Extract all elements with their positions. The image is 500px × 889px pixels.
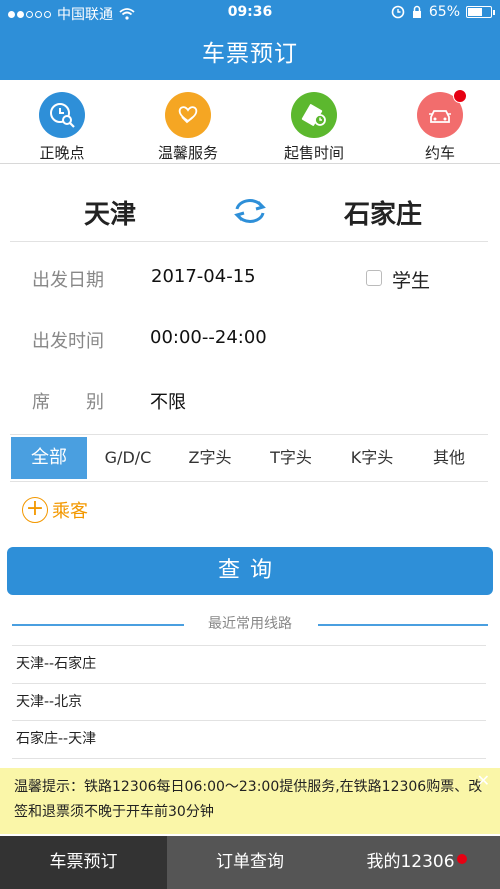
battery-icon	[466, 6, 495, 18]
battery-level	[468, 8, 482, 16]
quick-link-label: 起售时间	[283, 144, 344, 162]
tab-gdc[interactable]: G/D/C	[90, 435, 166, 481]
tab-t[interactable]: T字头	[252, 435, 330, 481]
list-item[interactable]: 天津--北京	[12, 682, 486, 721]
status-bar: 中国联通 09:36 65%	[0, 0, 500, 26]
tip-text: 温馨提示：铁路12306每日06:00～23:00提供服务,在铁路12306购票…	[14, 779, 483, 820]
quick-link-presale[interactable]: 起售时间	[254, 92, 374, 163]
from-station[interactable]: 天津	[84, 194, 136, 231]
tab-ticket-booking[interactable]: 车票预订	[0, 836, 167, 889]
swap-icon[interactable]	[232, 196, 268, 230]
handshake-heart-icon	[165, 92, 211, 138]
status-right: 65%	[391, 4, 495, 20]
passenger-label: 乘客	[52, 501, 88, 522]
date-row[interactable]: 出发日期	[32, 266, 104, 292]
quick-link-label: 正晚点	[39, 144, 85, 162]
station-selector: 天津 石家庄	[10, 172, 488, 242]
page-title: 车票预订	[202, 41, 298, 67]
tab-label: 我的12306	[366, 852, 455, 872]
quick-link-label: 温馨服务	[157, 144, 218, 162]
student-label[interactable]: 学生	[392, 266, 430, 293]
notification-badge	[453, 89, 467, 103]
close-icon[interactable]: ✕	[477, 768, 490, 793]
bottom-tab-bar: 车票预订 订单查询 我的12306	[0, 836, 500, 889]
battery-percent: 65%	[428, 4, 460, 20]
plus-circle-icon: +	[22, 497, 48, 523]
student-checkbox[interactable]	[366, 270, 382, 286]
rotation-lock-icon	[412, 5, 421, 18]
quick-links: 正晚点 温馨服务 起售时间 约车	[0, 80, 500, 164]
top-bar: 中国联通 09:36 65% 车票预订	[0, 0, 500, 80]
time-row[interactable]: 出发时间	[32, 327, 104, 353]
seat-row[interactable]: 席 别	[32, 388, 104, 414]
alarm-lock-icon	[391, 5, 405, 19]
tab-order-query[interactable]: 订单查询	[167, 836, 333, 889]
list-item[interactable]: 天津--石家庄	[12, 645, 486, 683]
tab-z[interactable]: Z字头	[170, 435, 250, 481]
time-label: 出发时间	[32, 331, 104, 352]
clock-search-icon	[39, 92, 85, 138]
ticket-clock-icon	[291, 92, 337, 138]
seat-label: 席 别	[32, 392, 104, 413]
quick-link-label: 约车	[424, 144, 455, 162]
recent-routes-title: 最近常用线路	[208, 616, 292, 632]
train-type-tabs: 全部 G/D/C Z字头 T字头 K字头 其他	[10, 434, 488, 482]
quick-link-delay[interactable]: 正晚点	[2, 92, 122, 163]
tab-all[interactable]: 全部	[11, 437, 87, 479]
tab-other[interactable]: 其他	[414, 435, 484, 481]
tab-k[interactable]: K字头	[332, 435, 412, 481]
to-station[interactable]: 石家庄	[344, 194, 422, 231]
tip-banner: 温馨提示：铁路12306每日06:00～23:00提供服务,在铁路12306购票…	[0, 768, 500, 834]
date-value[interactable]: 2017-04-15	[151, 266, 256, 287]
query-button[interactable]: 查询	[7, 547, 493, 595]
car-icon	[417, 89, 467, 138]
date-label: 出发日期	[32, 270, 104, 291]
quick-link-car[interactable]: 约车	[380, 89, 500, 163]
quick-link-service[interactable]: 温馨服务	[128, 92, 248, 163]
add-passenger-button[interactable]: + 乘客	[22, 497, 88, 523]
time-value[interactable]: 00:00--24:00	[150, 327, 267, 348]
tab-my-12306[interactable]: 我的12306	[333, 836, 500, 889]
list-item[interactable]: 石家庄--天津	[12, 720, 486, 758]
notification-badge	[456, 854, 467, 864]
seat-value[interactable]: 不限	[150, 388, 186, 414]
divider	[318, 624, 488, 626]
